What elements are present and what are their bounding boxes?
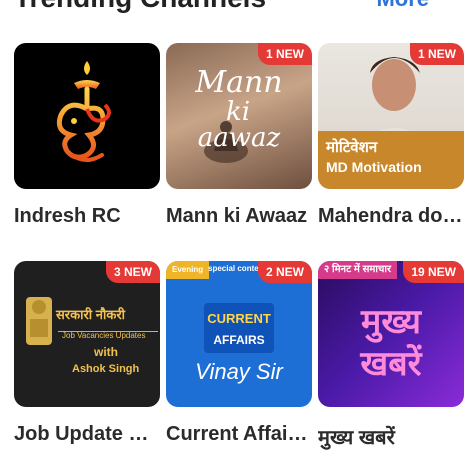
channel-card[interactable]: २ मिनट में समाचार मुख्य खबरें 19 NEW मुख… bbox=[318, 261, 464, 449]
section-title: Trending Channels bbox=[14, 0, 266, 14]
art-title: Mann bbox=[195, 65, 283, 100]
channel-card[interactable]: Mann ki aawaz 1 NEW Mann ki Awaaz bbox=[166, 43, 312, 227]
new-badge: 3 NEW bbox=[105, 261, 160, 283]
channel-card[interactable]: सरकारी नौकरी Job Vacancies Updates with … bbox=[14, 261, 162, 445]
channel-name[interactable]: Job Update with Ashok Singh bbox=[14, 423, 162, 446]
art-title: with bbox=[94, 345, 118, 359]
new-badge: 2 NEW bbox=[257, 261, 312, 283]
channel-thumbnail[interactable]: २ मिनट में समाचार मुख्य खबरें 19 NEW bbox=[318, 261, 464, 407]
art-title: सरकारी नौकरी bbox=[56, 307, 126, 322]
channel-card[interactable]: Indresh RC bbox=[14, 43, 160, 227]
channel-thumbnail[interactable]: Evening special content of GK CURRENT AF… bbox=[166, 261, 312, 407]
channel-thumbnail[interactable]: मोटिवेशन MD Motivation 1 NEW bbox=[318, 43, 464, 189]
art-title: Ashok Singh bbox=[72, 363, 140, 375]
channel-thumbnail[interactable]: Mann ki aawaz 1 NEW bbox=[166, 43, 312, 189]
art-title: Evening bbox=[166, 261, 210, 279]
channel-thumbnail[interactable]: सरकारी नौकरी Job Vacancies Updates with … bbox=[14, 261, 160, 407]
channel-name[interactable]: Indresh RC bbox=[14, 205, 162, 228]
art-title: AFFAIRS bbox=[213, 333, 265, 347]
more-link[interactable]: More bbox=[376, 0, 429, 12]
art-title: खबरें bbox=[360, 345, 422, 383]
section-header: Trending Channels More bbox=[0, 0, 471, 20]
new-badge: 1 NEW bbox=[409, 43, 464, 65]
art-title: aawaz bbox=[197, 123, 281, 153]
channel-name[interactable]: मुख्य खबरें bbox=[318, 423, 466, 450]
art-title: Job Vacancies Updates bbox=[62, 331, 146, 340]
channel-card[interactable]: मोटिवेशन MD Motivation 1 NEW Mahendra do… bbox=[318, 43, 466, 227]
new-badge: 1 NEW bbox=[257, 43, 312, 65]
channel-name[interactable]: Mann ki Awaaz bbox=[166, 205, 314, 228]
art-title: Vinay Sir bbox=[195, 359, 283, 384]
channel-name[interactable]: Current Affairs Vinay Sir bbox=[166, 423, 314, 446]
art-title: मुख्य bbox=[361, 303, 421, 341]
channel-card[interactable]: Evening special content of GK CURRENT AF… bbox=[166, 261, 314, 445]
swastik-om-symbol-icon bbox=[14, 43, 160, 189]
art-title: CURRENT bbox=[207, 311, 271, 326]
new-badge: 19 NEW bbox=[403, 261, 464, 283]
channel-name[interactable]: Mahendra dogney bbox=[318, 205, 466, 228]
art-title: मोटिवेशन bbox=[326, 139, 378, 156]
channel-thumbnail[interactable] bbox=[14, 43, 160, 189]
art-title: MD Motivation bbox=[326, 159, 422, 175]
art-title: २ मिनट में समाचार bbox=[318, 261, 398, 279]
